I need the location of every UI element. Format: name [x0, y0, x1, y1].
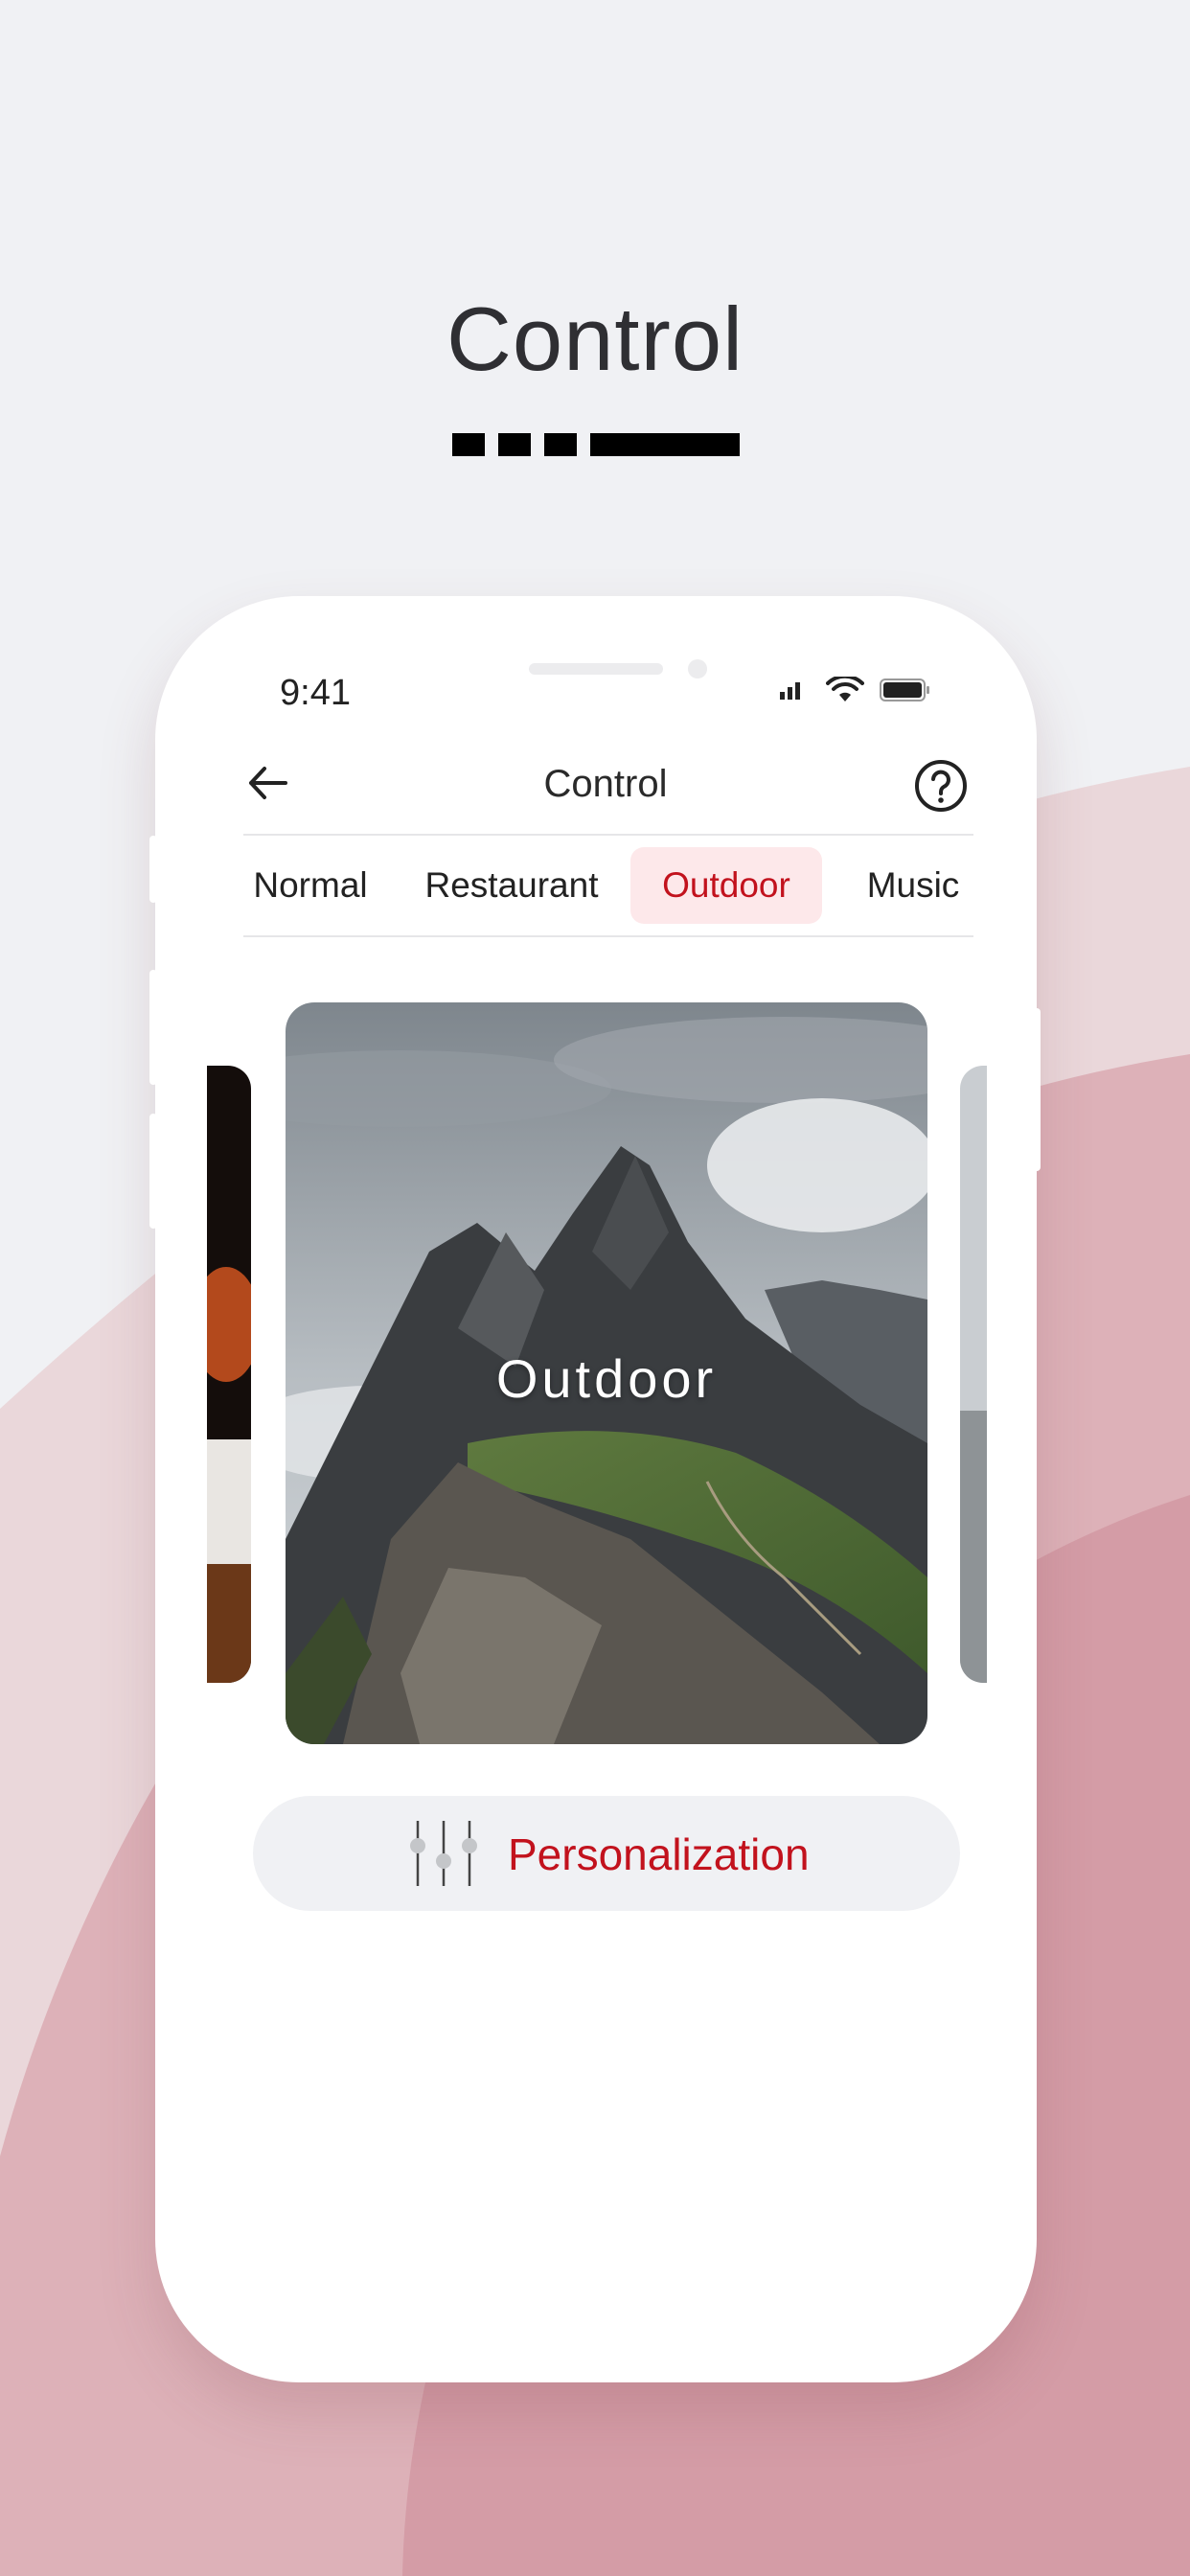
scene-carousel[interactable]: Outdoor: [155, 1002, 1037, 1750]
personalization-button[interactable]: Personalization: [253, 1796, 960, 1911]
wifi-icon: [826, 677, 864, 702]
phone-frame: 9:41 Control Normal Restaurant Outdoor M…: [149, 596, 1041, 2382]
status-time: 9:41: [280, 673, 351, 713]
nav-bar: Control: [241, 749, 970, 816]
tab-music[interactable]: Music: [853, 847, 973, 924]
personalization-label: Personalization: [508, 1829, 810, 1879]
divider-top: [243, 834, 973, 836]
speaker-grille: [529, 663, 663, 675]
front-camera: [688, 659, 707, 678]
nav-title: Control: [543, 763, 668, 805]
outdoor-scene-card[interactable]: Outdoor: [286, 1002, 927, 1744]
tab-restaurant[interactable]: Restaurant: [416, 847, 607, 924]
side-button-mute: [149, 836, 157, 903]
tab-normal[interactable]: Normal: [243, 847, 378, 924]
next-scene-card[interactable]: [960, 1066, 987, 1683]
status-bar: 9:41: [155, 596, 1037, 730]
scene-label: Outdoor: [495, 1348, 718, 1409]
divider-bottom: [243, 935, 973, 937]
tab-outdoor[interactable]: Outdoor: [630, 847, 822, 924]
scene-tabs: Normal Restaurant Outdoor Music: [243, 847, 973, 924]
page-title: Control: [446, 288, 744, 389]
sliders-icon: [410, 1821, 477, 1886]
battery-icon: [880, 678, 929, 702]
previous-scene-card[interactable]: [207, 1066, 251, 1683]
signal-icon: [780, 682, 800, 700]
question-circle-icon[interactable]: [912, 757, 970, 815]
